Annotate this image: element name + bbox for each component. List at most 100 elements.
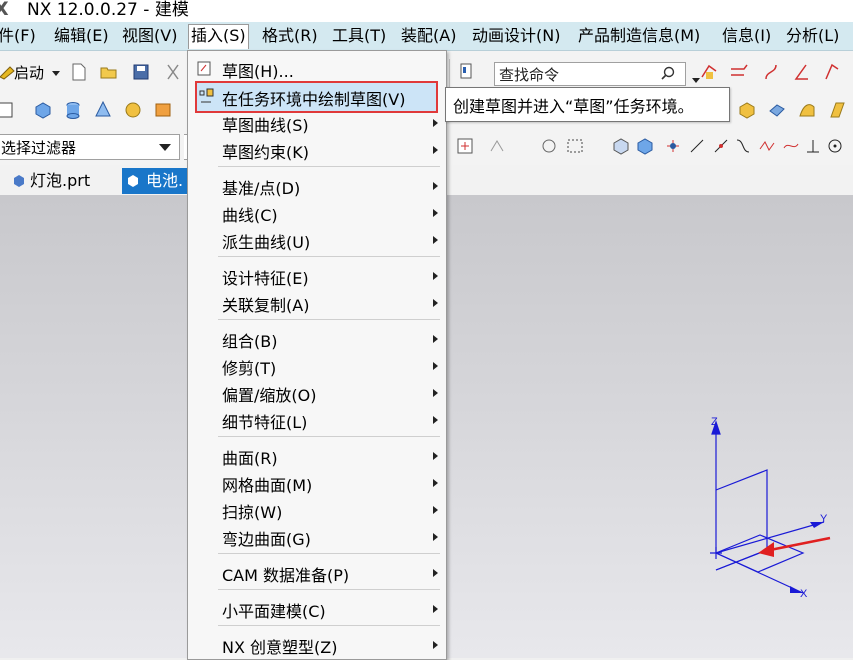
box-surface-icon[interactable] bbox=[738, 101, 756, 119]
sketch-icon bbox=[197, 61, 211, 76]
new-file-icon[interactable] bbox=[70, 63, 88, 81]
cone-icon[interactable] bbox=[94, 101, 112, 119]
cylinder-icon[interactable] bbox=[64, 101, 82, 119]
command-finder-icon[interactable] bbox=[458, 63, 476, 81]
snap-tangent-icon[interactable] bbox=[782, 137, 800, 155]
annotation-arrow-head bbox=[758, 542, 774, 557]
menu-item-sketch-curve[interactable]: 草图曲线(S) bbox=[188, 110, 446, 136]
chevron-down-icon bbox=[159, 144, 171, 151]
menu-info[interactable]: 信息(I) bbox=[720, 25, 773, 47]
menu-item-associative-copy[interactable]: 关联复制(A) bbox=[188, 290, 446, 316]
open-folder-icon[interactable] bbox=[100, 63, 118, 81]
flange-surface-icon[interactable] bbox=[828, 101, 846, 119]
submenu-arrow-icon bbox=[433, 533, 438, 541]
chamfer-icon[interactable] bbox=[822, 63, 840, 81]
cut-icon[interactable] bbox=[164, 63, 182, 81]
command-search-input[interactable]: 查找命令 bbox=[494, 62, 686, 86]
menu-tools[interactable]: 工具(T) bbox=[330, 25, 388, 47]
trim-curve-icon[interactable] bbox=[730, 63, 748, 81]
submenu-arrow-icon bbox=[433, 119, 438, 127]
tab-battery-part[interactable]: 电池. bbox=[122, 168, 188, 194]
extrude-icon[interactable] bbox=[154, 101, 172, 119]
menu-item-surface[interactable]: 曲面(R) bbox=[188, 443, 446, 469]
start-dropdown-icon[interactable] bbox=[52, 71, 60, 76]
tab-label: 电池. bbox=[146, 171, 184, 190]
tooltip-text: 创建草图并进入“草图”任务环境。 bbox=[453, 97, 694, 116]
sheet-body-icon[interactable] bbox=[636, 137, 654, 155]
rectangle-select-icon[interactable] bbox=[566, 137, 584, 155]
save-icon[interactable] bbox=[132, 63, 150, 81]
sketch-task-icon bbox=[199, 88, 214, 103]
snap-midpoint-icon[interactable] bbox=[712, 137, 730, 155]
annotation-arrow-line bbox=[769, 536, 831, 552]
menu-item-datum-point[interactable]: 基准/点(D) bbox=[188, 173, 446, 199]
snap-line-icon[interactable] bbox=[688, 137, 706, 155]
start-button[interactable]: 启动 bbox=[14, 62, 44, 83]
solid-body-icon[interactable] bbox=[612, 137, 630, 155]
menu-item-mesh-surface[interactable]: 网格曲面(M) bbox=[188, 470, 446, 496]
menu-assembly[interactable]: 装配(A) bbox=[399, 25, 458, 47]
submenu-arrow-icon bbox=[433, 335, 438, 343]
menu-item-derived-curve[interactable]: 派生曲线(U) bbox=[188, 227, 446, 253]
sketch-plane-icon[interactable] bbox=[0, 101, 14, 119]
snap-point-icon[interactable] bbox=[456, 137, 474, 155]
submenu-arrow-icon bbox=[433, 182, 438, 190]
extend-curve-icon[interactable] bbox=[762, 63, 780, 81]
menu-item-trim[interactable]: 修剪(T) bbox=[188, 353, 446, 379]
selection-filter-dropdown[interactable]: 选择过滤器 bbox=[0, 134, 180, 160]
menu-item-sweep[interactable]: 扫掠(W) bbox=[188, 497, 446, 523]
part-file-icon bbox=[128, 175, 138, 187]
menu-item-facet-modeling[interactable]: 小平面建模(C) bbox=[188, 596, 446, 622]
menu-file[interactable]: 件(F) bbox=[0, 25, 38, 47]
sketch-curve-icon[interactable] bbox=[700, 63, 718, 81]
search-icon[interactable] bbox=[661, 66, 676, 81]
submenu-arrow-icon bbox=[433, 569, 438, 577]
search-dropdown-icon[interactable] bbox=[692, 78, 700, 83]
tab-bulb-part[interactable]: 灯泡.prt bbox=[30, 168, 90, 194]
snap-perpendicular-icon[interactable] bbox=[804, 137, 822, 155]
snap-intersection-icon[interactable] bbox=[758, 137, 776, 155]
sweep-icon[interactable] bbox=[798, 101, 816, 119]
menu-item-nx-realize-shape[interactable]: NX 创意塑型(Z) bbox=[188, 632, 446, 658]
menu-item-sketch[interactable]: 草图(H)... bbox=[188, 56, 446, 82]
submenu-arrow-icon bbox=[433, 362, 438, 370]
mesh-surface-icon[interactable] bbox=[768, 101, 786, 119]
selection-scope-icon[interactable] bbox=[540, 137, 558, 155]
menu-view[interactable]: 视图(V) bbox=[120, 25, 179, 47]
menu-item-offset-scale[interactable]: 偏置/缩放(O) bbox=[188, 380, 446, 406]
submenu-arrow-icon bbox=[433, 641, 438, 649]
menu-item-curve[interactable]: 曲线(C) bbox=[188, 200, 446, 226]
snap-curve-icon[interactable] bbox=[734, 137, 752, 155]
highlighted-item-label: 在任务环境中绘制草图(V) bbox=[222, 90, 406, 109]
sphere-icon[interactable] bbox=[124, 101, 142, 119]
snap-endpoint-icon[interactable] bbox=[664, 137, 682, 155]
menu-pmi[interactable]: 产品制造信息(M) bbox=[576, 25, 702, 47]
menu-item-combine[interactable]: 组合(B) bbox=[188, 326, 446, 352]
part-file-icon bbox=[14, 175, 24, 187]
highlighted-menu-item[interactable]: 在任务环境中绘制草图(V) bbox=[195, 81, 438, 113]
command-tooltip: 创建草图并进入“草图”任务环境。 bbox=[445, 87, 730, 122]
block-icon[interactable] bbox=[34, 101, 52, 119]
submenu-arrow-icon bbox=[433, 605, 438, 613]
menu-item-detail-feature[interactable]: 细节特征(L) bbox=[188, 407, 446, 433]
submenu-arrow-icon bbox=[433, 209, 438, 217]
menu-bar: 件(F) 编辑(E) 视图(V) 插入(S) 格式(R) 工具(T) 装配(A)… bbox=[0, 22, 853, 51]
menu-item-design-feature[interactable]: 设计特征(E) bbox=[188, 263, 446, 289]
nx-logo-icon: X bbox=[0, 0, 9, 20]
z-axis-label: Z bbox=[711, 416, 718, 428]
menu-item-flange-surface[interactable]: 弯边曲面(G) bbox=[188, 524, 446, 550]
menu-edit[interactable]: 编辑(E) bbox=[52, 25, 111, 47]
submenu-arrow-icon bbox=[433, 236, 438, 244]
wcs-triad: Z Y X bbox=[710, 416, 831, 600]
menu-animation[interactable]: 动画设计(N) bbox=[470, 25, 562, 47]
menu-analysis[interactable]: 分析(L) bbox=[784, 25, 841, 47]
submenu-arrow-icon bbox=[433, 272, 438, 280]
menu-insert[interactable]: 插入(S) bbox=[188, 24, 249, 49]
menu-item-cam-data-prep[interactable]: CAM 数据准备(P) bbox=[188, 560, 446, 586]
insert-menu-dropdown: 草图(H)... 在任务环境中绘制草图(V) 草图曲线(S) 草图约束(K) 基… bbox=[187, 50, 447, 660]
curve-rule-icon[interactable] bbox=[488, 137, 506, 155]
menu-format[interactable]: 格式(R) bbox=[260, 25, 320, 47]
menu-item-sketch-constraint[interactable]: 草图约束(K) bbox=[188, 137, 446, 163]
snap-center-icon[interactable] bbox=[826, 137, 844, 155]
corner-icon[interactable] bbox=[792, 63, 810, 81]
